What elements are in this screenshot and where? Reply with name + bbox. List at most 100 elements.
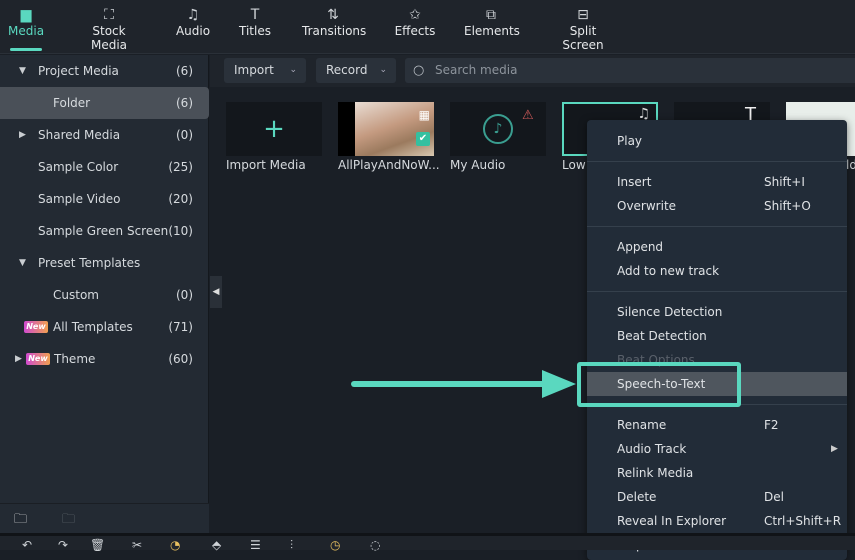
- search-input[interactable]: ○ Search media: [405, 58, 855, 83]
- menu-label: Play: [617, 134, 643, 148]
- highlight-box: [577, 362, 741, 407]
- menu-item-overwrite[interactable]: Overwrite Shift+O: [587, 194, 847, 218]
- tab-effects[interactable]: ✩ Effects: [394, 6, 436, 38]
- elements-icon: ⧉: [486, 7, 496, 23]
- menu-label: Silence Detection: [617, 305, 723, 319]
- media-label: Import Media: [226, 158, 306, 172]
- tab-stock-media[interactable]: ⛶ Stock Media: [74, 6, 144, 52]
- menu-label: Beat Detection: [617, 329, 707, 343]
- menu-label: Insert: [617, 175, 652, 189]
- tab-elements[interactable]: ⧉ Elements: [464, 6, 520, 38]
- menu-label: Delete: [617, 490, 657, 504]
- menu-separator: [587, 291, 847, 292]
- sidebar-item-label: Shared Media: [38, 128, 121, 142]
- tab-label: Audio: [175, 24, 211, 38]
- sidebar-item-shared-media[interactable]: ▶ Shared Media (0): [0, 119, 209, 151]
- caret-left-icon: ◀: [212, 287, 220, 297]
- menu-label: Overwrite: [617, 199, 677, 213]
- sidebar-footer: 🗀 🗀: [0, 503, 209, 533]
- submenu-arrow-icon: ▶: [831, 444, 838, 454]
- menu-item-add-to-new-track[interactable]: Add to new track: [587, 259, 847, 283]
- sidebar-item-all-templates[interactable]: New All Templates (71): [0, 311, 209, 343]
- folder-icon: ▆: [20, 7, 32, 23]
- sidebar-item-sample-color[interactable]: Sample Color (25): [0, 151, 209, 183]
- new-badge: New: [26, 353, 50, 365]
- sidebar-item-preset-templates[interactable]: ▼ Preset Templates: [0, 247, 209, 279]
- menu-item-delete[interactable]: Delete Del: [587, 485, 847, 509]
- sidebar-item-label: Project Media: [38, 64, 119, 78]
- menu-label: Append: [617, 240, 664, 254]
- caret-down-icon: ▼: [19, 66, 26, 76]
- top-tab-bar: ▆ Media ⛶ Stock Media ♫ Audio T Titles ⇅ Tran…: [0, 0, 855, 54]
- menu-item-insert[interactable]: Insert Shift+I: [587, 170, 847, 194]
- menu-item-append[interactable]: Append: [587, 235, 847, 259]
- tab-label: Titles: [239, 24, 271, 38]
- warning-icon: ⚠: [522, 108, 534, 123]
- sidebar-item-count: (71): [168, 320, 193, 334]
- timeline-toolbar: ↶ ↷ 🗑 ✂ ◔ ⬘ ☰ ⫶ ◷ ◌: [0, 533, 855, 553]
- sidebar-item-label: Custom: [53, 288, 99, 302]
- media-label: Low: [562, 158, 586, 172]
- sidebar-item-sample-green-screen[interactable]: Sample Green Screen (10): [0, 215, 209, 247]
- film-icon: ▦: [418, 108, 430, 122]
- context-menu: Play Insert Shift+I Overwrite Shift+O Appe…: [587, 120, 847, 560]
- chevron-down-icon: ⌄: [379, 65, 387, 75]
- tab-media[interactable]: ▆ Media: [8, 6, 44, 51]
- sidebar-item-label: Preset Templates: [38, 256, 141, 270]
- menu-shortcut: Shift+I: [764, 175, 805, 189]
- audio-clip-tile[interactable]: ♪ ⚠: [450, 102, 546, 156]
- audio-adjust-icon[interactable]: ⫶: [290, 538, 293, 553]
- menu-item-relink-media[interactable]: Relink Media: [587, 461, 847, 485]
- menu-item-rename[interactable]: Rename F2: [587, 413, 847, 437]
- collapse-sidebar-button[interactable]: ◀: [210, 276, 222, 308]
- sidebar-item-count: (25): [168, 160, 193, 174]
- tab-titles[interactable]: T Titles: [238, 6, 272, 38]
- pointer-arrow-icon: [351, 370, 576, 398]
- import-label: Import: [234, 63, 274, 77]
- chevron-down-icon: ⌄: [289, 65, 297, 75]
- caret-right-icon: ▶: [15, 354, 22, 364]
- sidebar-item-project-media[interactable]: ▼ Project Media (6): [0, 55, 209, 87]
- sidebar-item-label: Theme: [54, 352, 96, 366]
- record-dropdown[interactable]: Record ⌄: [316, 58, 396, 83]
- tab-transitions[interactable]: ⇅ Transitions: [302, 6, 366, 38]
- caret-right-icon: ▶: [19, 130, 26, 140]
- menu-label: Audio Track: [617, 442, 687, 456]
- new-folder-icon[interactable]: 🗀: [14, 510, 27, 532]
- menu-shortcut: F2: [764, 418, 779, 432]
- tab-label: Split Screen: [562, 24, 604, 52]
- new-badge: New: [24, 321, 48, 333]
- tab-label: Stock Media: [90, 24, 128, 52]
- menu-label: Relink Media: [617, 466, 694, 480]
- sidebar-item-folder[interactable]: Folder (6): [0, 87, 209, 119]
- menu-item-reveal-in-explorer[interactable]: Reveal In Explorer Ctrl+Shift+R: [587, 509, 847, 533]
- menu-item-beat-detection[interactable]: Beat Detection: [587, 324, 847, 348]
- sidebar-item-sample-video[interactable]: Sample Video (20): [0, 183, 209, 215]
- sidebar-item-custom[interactable]: Custom (0): [0, 279, 209, 311]
- import-media-tile[interactable]: +: [226, 102, 322, 156]
- media-toolbar: Import ⌄ Record ⌄ ○ Search media: [210, 55, 855, 87]
- sidebar-item-count: (20): [168, 192, 193, 206]
- menu-separator: [587, 226, 847, 227]
- effects-star-icon: ✩: [409, 7, 421, 23]
- tab-audio[interactable]: ♫ Audio: [174, 6, 212, 38]
- cloud-image-icon: ⛶: [104, 7, 114, 23]
- import-dropdown[interactable]: Import ⌄: [224, 58, 306, 83]
- music-note-icon: ♫: [186, 7, 200, 23]
- text-t-icon: T: [250, 7, 260, 23]
- sidebar-item-count: (0): [176, 288, 193, 302]
- split-screen-icon: ⊟: [577, 7, 589, 23]
- sidebar-item-label: Sample Color: [38, 160, 119, 174]
- music-note-icon: ♪: [483, 114, 513, 144]
- sidebar-item-count: (0): [176, 128, 193, 142]
- sidebar-item-theme[interactable]: ▶ New Theme (60): [0, 343, 209, 375]
- tab-label: Effects: [394, 24, 436, 38]
- menu-item-silence-detection[interactable]: Silence Detection: [587, 300, 847, 324]
- search-icon: ○: [413, 63, 425, 78]
- video-clip-tile[interactable]: ▦ ✔: [338, 102, 434, 156]
- delete-folder-icon[interactable]: 🗀: [62, 510, 75, 532]
- tab-split-screen[interactable]: ⊟ Split Screen: [550, 6, 616, 52]
- menu-item-play[interactable]: Play: [587, 129, 847, 153]
- menu-item-audio-track[interactable]: Audio Track ▶: [587, 437, 847, 461]
- plus-icon: +: [263, 114, 285, 144]
